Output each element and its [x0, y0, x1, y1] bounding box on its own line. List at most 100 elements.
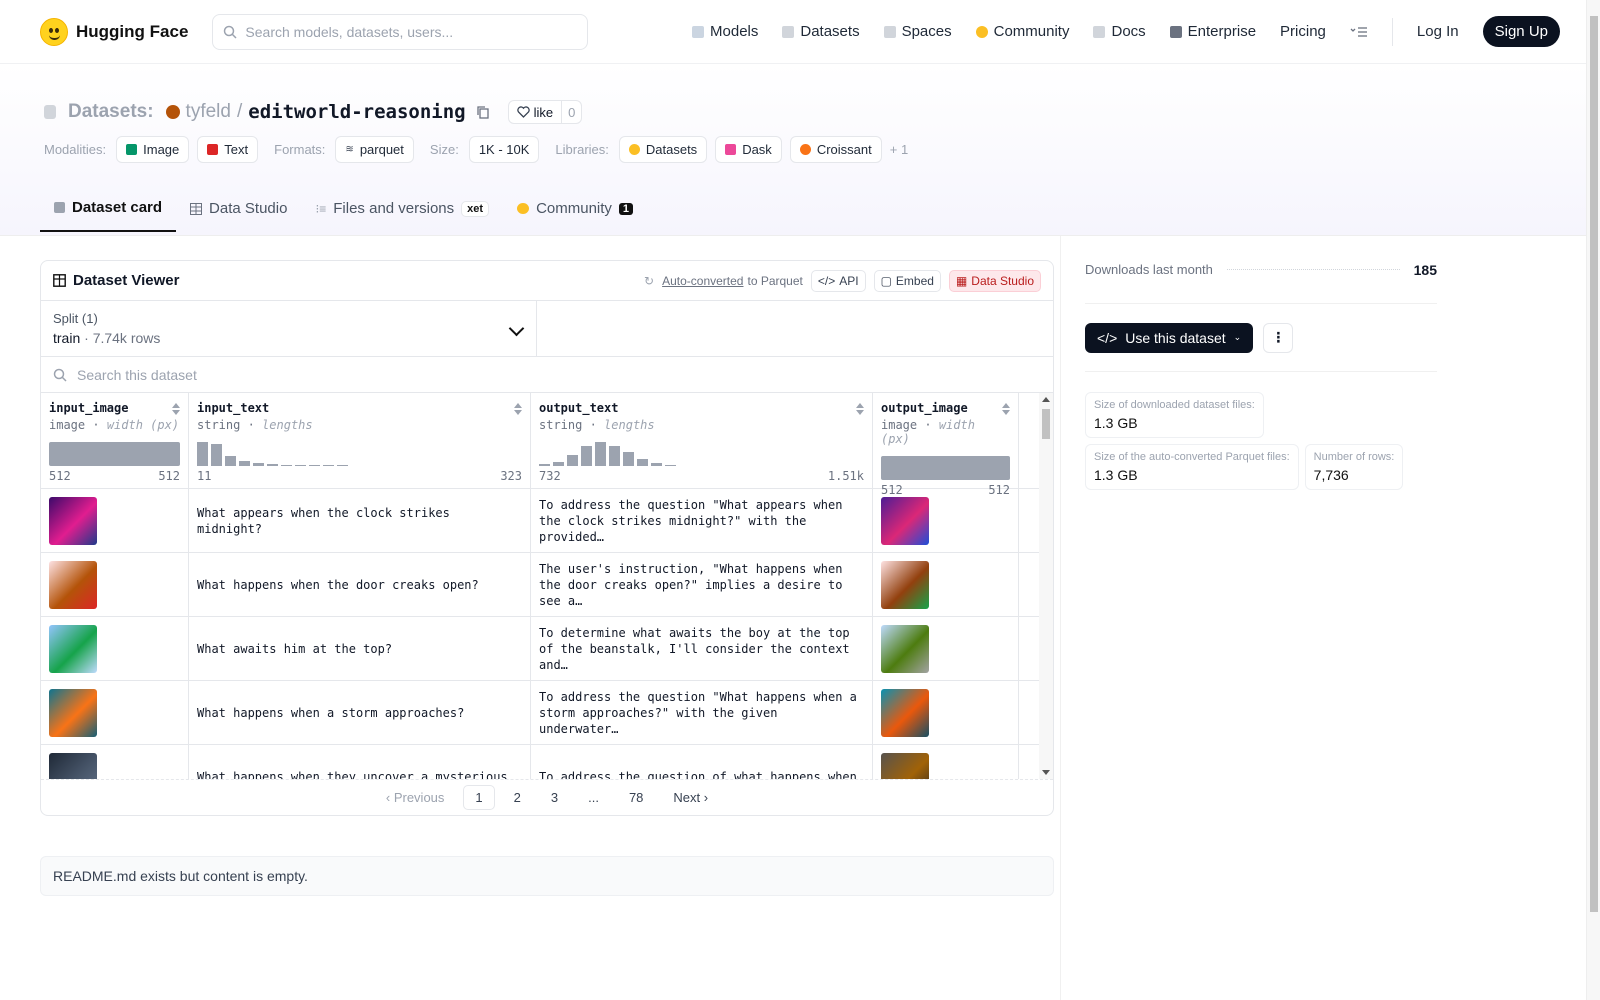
scroll-up-icon[interactable]: [1042, 397, 1050, 402]
sort-icon[interactable]: [1002, 403, 1010, 415]
table-scrollbar[interactable]: [1039, 393, 1053, 779]
nav-pricing[interactable]: Pricing: [1280, 23, 1326, 40]
page-scrollbar[interactable]: [1586, 0, 1600, 1000]
dotted-leader: [1226, 269, 1400, 270]
tag-parquet[interactable]: ≋ parquet: [335, 136, 414, 163]
nav-community-label: Community: [993, 23, 1070, 40]
input-text-cell[interactable]: What awaits him at the top?: [189, 617, 531, 680]
column-header[interactable]: input_text string · lengths 11 323: [189, 393, 531, 488]
api-button[interactable]: </> API: [810, 269, 866, 292]
page-scroll-thumb[interactable]: [1590, 16, 1598, 912]
tag-text[interactable]: Text: [197, 136, 259, 163]
output-image-thumbnail[interactable]: [881, 560, 929, 609]
next-page-button[interactable]: Next ›: [662, 786, 719, 809]
libraries-label: Libraries:: [555, 142, 609, 157]
nav-docs[interactable]: Docs: [1093, 23, 1146, 40]
input-text-cell[interactable]: What happens when the door creaks open?: [189, 553, 531, 616]
xet-badge: xet: [461, 200, 490, 217]
nav-enterprise-label: Enterprise: [1187, 23, 1257, 40]
output-text-cell[interactable]: To determine what awaits the boy at the …: [531, 617, 873, 680]
input-image-thumbnail[interactable]: [49, 624, 97, 673]
output-image-thumbnail[interactable]: [881, 624, 929, 673]
column-name: input_image: [49, 401, 129, 415]
input-image-thumbnail[interactable]: [49, 688, 97, 737]
sort-icon[interactable]: [856, 403, 864, 415]
tab-community[interactable]: Community 1: [503, 187, 647, 232]
output-text-cell[interactable]: To address the question "What appears wh…: [531, 489, 873, 552]
global-search-input[interactable]: Search models, datasets, users...: [212, 13, 589, 50]
input-image-thumbnail[interactable]: [49, 496, 97, 545]
nav-datasets[interactable]: Datasets: [782, 23, 860, 40]
scroll-down-icon[interactable]: [1042, 770, 1050, 775]
copy-icon[interactable]: [476, 105, 490, 119]
tab-files[interactable]: ⁝≡ Files and versions xet: [301, 187, 503, 232]
table-row[interactable]: What happens when a storm approaches? To …: [41, 681, 1053, 745]
tag-croissant[interactable]: Croissant: [789, 136, 882, 163]
like-button[interactable]: like 0: [507, 100, 583, 124]
histogram-bar: [281, 465, 292, 466]
nav-community[interactable]: Community: [975, 23, 1070, 40]
page-3-button[interactable]: 3: [540, 786, 569, 809]
tag-dask[interactable]: Dask: [715, 136, 782, 163]
input-image-thumbnail[interactable]: [49, 560, 97, 609]
nav-models[interactable]: Models: [692, 23, 758, 40]
dataset-viewer: Dataset Viewer ↻ Auto-converted to Parqu…: [40, 260, 1054, 816]
previous-page-button[interactable]: ‹ Previous: [375, 786, 456, 809]
tag-text-label: Text: [224, 142, 249, 157]
tab-dataset-card[interactable]: Dataset card: [40, 187, 177, 232]
input-text-cell[interactable]: What appears when the clock strikes midn…: [189, 489, 531, 552]
output-image-thumbnail[interactable]: [881, 496, 929, 545]
output-text-cell[interactable]: To address the question of what happens …: [531, 745, 873, 779]
login-link[interactable]: Log In: [1417, 23, 1459, 40]
column-header[interactable]: input_image image · width (px) 512 512: [41, 393, 189, 488]
input-text-cell[interactable]: What happens when a storm approaches?: [189, 681, 531, 744]
table-row[interactable]: What happens when the door creaks open? T…: [41, 553, 1053, 617]
output-text-cell[interactable]: The user's instruction, "What happens wh…: [531, 553, 873, 616]
download-size-box: Size of downloaded dataset files: 1.3 GB: [1085, 392, 1264, 438]
page-2-button[interactable]: 2: [503, 786, 532, 809]
tag-size[interactable]: 1K - 10K: [468, 136, 540, 163]
more-libraries[interactable]: + 1: [890, 142, 908, 157]
data-studio-button[interactable]: ▦ Data Studio: [948, 269, 1041, 292]
sort-icon[interactable]: [514, 403, 522, 415]
output-text-cell[interactable]: To address the question "What happens wh…: [531, 681, 873, 744]
input-image-thumbnail[interactable]: [49, 752, 97, 779]
use-dataset-label: Use this dataset: [1125, 329, 1226, 346]
use-dataset-button[interactable]: </> Use this dataset ⌄: [1085, 322, 1254, 353]
nav-more-menu[interactable]: [1350, 26, 1368, 38]
column-header[interactable]: output_text string · lengths 732 1.51k: [531, 393, 873, 488]
page-78-button[interactable]: 78: [618, 786, 654, 809]
nav-enterprise[interactable]: Enterprise: [1169, 23, 1257, 40]
input-text-cell[interactable]: What happens when they uncover a mysteri…: [189, 745, 531, 779]
column-type: image · width (px): [881, 418, 975, 446]
tag-image[interactable]: Image: [116, 136, 190, 163]
scroll-thumb[interactable]: [1042, 409, 1050, 439]
dataset-search-input[interactable]: Search this dataset: [41, 357, 1053, 393]
sort-icon[interactable]: [172, 403, 180, 415]
chevron-down-icon: ⌄: [1233, 332, 1242, 342]
split-selector[interactable]: Split (1) train · 7.74k rows: [41, 301, 537, 356]
more-options-button[interactable]: ⋮: [1263, 322, 1294, 353]
signup-button[interactable]: Sign Up: [1482, 16, 1560, 47]
table-row[interactable]: What awaits him at the top? To determine …: [41, 617, 1053, 681]
path-separator: /: [236, 101, 243, 122]
nav-spaces[interactable]: Spaces: [883, 23, 952, 40]
output-image-thumbnail[interactable]: [881, 688, 929, 737]
repo-name[interactable]: editworld-reasoning: [248, 101, 465, 123]
column-header[interactable]: output_image image · width (px) 512 512: [873, 393, 1019, 497]
table-red-icon: ▦: [955, 273, 968, 288]
table-row[interactable]: What happens when they uncover a mysteri…: [41, 745, 1053, 779]
page-1-button[interactable]: 1: [463, 785, 495, 810]
table-row[interactable]: What appears when the clock strikes midn…: [41, 489, 1053, 553]
column-name: input_text: [197, 401, 270, 415]
nav-divider: [1391, 17, 1393, 46]
embed-button[interactable]: ▢ Embed: [873, 269, 941, 292]
nav-spaces-label: Spaces: [901, 23, 952, 40]
output-image-thumbnail[interactable]: [881, 752, 929, 779]
menu-icon: [1350, 26, 1367, 37]
brand-logo[interactable]: Hugging Face: [40, 17, 188, 46]
repo-owner[interactable]: tyfeld: [186, 101, 231, 123]
auto-converted-link[interactable]: Auto-converted: [662, 274, 743, 288]
tab-data-studio[interactable]: Data Studio: [176, 187, 301, 232]
tag-datasets-lib[interactable]: Datasets: [618, 136, 708, 163]
